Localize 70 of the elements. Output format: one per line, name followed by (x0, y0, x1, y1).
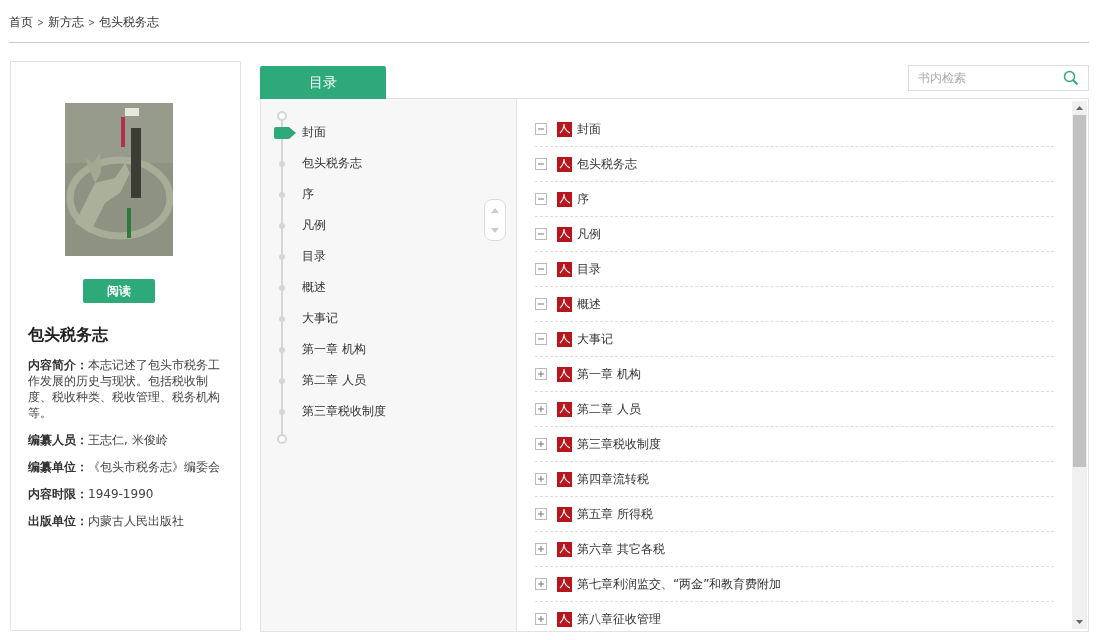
pdf-icon (557, 226, 572, 242)
toc-item[interactable]: 凡例 (577, 225, 601, 243)
toc-item[interactable]: 目录 (577, 260, 601, 278)
nav-item[interactable]: 凡例 (302, 217, 326, 234)
toc-item[interactable]: 第四章流转税 (577, 470, 649, 488)
book-info-text: 编纂单位：《包头市税务志》编委会 (28, 459, 221, 475)
nav-item[interactable]: 概述 (302, 279, 326, 296)
collapse-icon[interactable] (535, 298, 547, 310)
expand-icon[interactable] (535, 368, 547, 380)
breadcrumb-link[interactable]: 新方志 (48, 13, 84, 31)
toc-item[interactable]: 第七章利润监交、“两金”和教育费附加 (577, 575, 782, 593)
pdf-icon (557, 611, 572, 627)
breadcrumb-separator-icon (37, 18, 44, 26)
breadcrumb-link[interactable]: 包头税务志 (99, 13, 159, 31)
toc-item[interactable]: 第六章 其它各税 (577, 540, 665, 558)
toc-item[interactable]: 包头税务志 (577, 155, 637, 173)
breadcrumb-separator-icon (88, 18, 95, 26)
pdf-icon (557, 541, 572, 557)
expand-icon[interactable] (535, 578, 547, 590)
pdf-icon (557, 401, 572, 417)
book-info-text: 编纂人员：王志仁, 米俊岭 (28, 432, 169, 448)
nav-item[interactable]: 目录 (302, 248, 326, 265)
toc-item[interactable]: 第一章 机构 (577, 365, 641, 383)
nav-item[interactable]: 大事记 (302, 310, 338, 327)
pdf-icon (557, 576, 572, 592)
expand-icon[interactable] (535, 473, 547, 485)
expand-icon[interactable] (535, 438, 547, 450)
collapse-icon[interactable] (535, 333, 547, 345)
nav-item[interactable]: 序 (302, 186, 314, 203)
search-icon (1063, 70, 1079, 86)
nav-item[interactable]: 包头税务志 (302, 155, 362, 172)
toc-item[interactable]: 第八章征收管理 (577, 610, 661, 628)
expand-icon[interactable] (535, 613, 547, 625)
pdf-icon (557, 506, 572, 522)
expand-icon[interactable] (535, 403, 547, 415)
toc-item[interactable]: 封面 (577, 120, 601, 138)
book-info-text: 内容简介：本志记述了包头市税务工作发展的历史与现状。包括税收制度、税收种类、税收管理、税务机构等。 (28, 357, 221, 421)
toc-item[interactable]: 第五章 所得税 (577, 505, 653, 523)
pdf-icon (557, 191, 572, 207)
book-title: 包头税务志 (28, 325, 109, 346)
pdf-icon (557, 121, 572, 137)
collapse-icon[interactable] (535, 228, 547, 240)
expand-icon[interactable] (535, 543, 547, 555)
pdf-icon (557, 366, 572, 382)
search-field[interactable]: 书内检索 (908, 65, 1089, 91)
book-info-text: 出版单位：内蒙古人民出版社 (28, 513, 185, 529)
toc-item[interactable]: 第三章税收制度 (577, 435, 661, 453)
pdf-icon (557, 261, 572, 277)
toc-item[interactable]: 第二章 人员 (577, 400, 641, 418)
scrollbar-thumb[interactable] (1073, 115, 1086, 467)
nav-item[interactable]: 第三章税收制度 (302, 403, 386, 420)
pdf-icon (557, 436, 572, 452)
toc-item[interactable]: 大事记 (577, 330, 613, 348)
collapse-icon[interactable] (535, 193, 547, 205)
nav-item[interactable]: 第一章 机构 (302, 341, 366, 358)
collapse-icon[interactable] (535, 158, 547, 170)
collapse-icon[interactable] (535, 263, 547, 275)
pdf-icon (557, 331, 572, 347)
pdf-icon (557, 296, 572, 312)
nav-item[interactable]: 封面 (302, 124, 326, 141)
pdf-icon (557, 471, 572, 487)
pdf-icon (557, 156, 572, 172)
toc-item[interactable]: 概述 (577, 295, 601, 313)
breadcrumb-link[interactable]: 首页 (9, 13, 33, 31)
nav-item[interactable]: 第二章 人员 (302, 372, 366, 389)
expand-icon[interactable] (535, 508, 547, 520)
toc-item[interactable]: 序 (577, 190, 589, 208)
book-info-text: 内容时限：1949-1990 (28, 486, 155, 502)
scrollbar[interactable] (1072, 101, 1087, 629)
collapse-icon[interactable] (535, 123, 547, 135)
